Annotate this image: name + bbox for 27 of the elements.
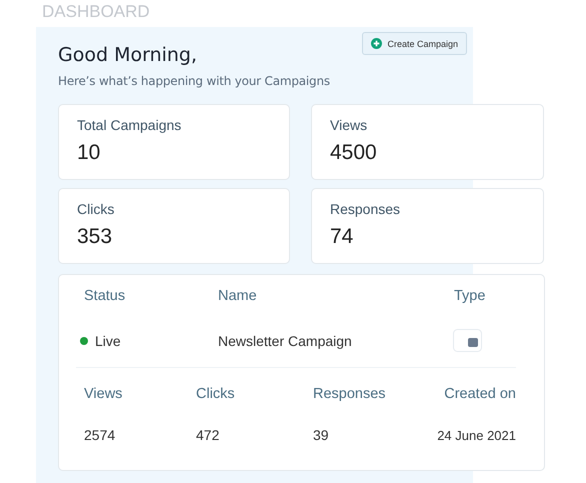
- column-header: Clicks: [196, 386, 236, 402]
- stat-value: 10: [77, 141, 102, 165]
- type-icon: [453, 329, 482, 352]
- column-header: Created on: [443, 386, 516, 402]
- plus-icon: [371, 38, 382, 49]
- stat-label: Clicks: [77, 201, 116, 217]
- stat-label: Views: [330, 117, 368, 133]
- column-header: Views: [84, 386, 124, 402]
- stat-value: 353: [77, 225, 114, 249]
- table-cell-text: 24 June 2021: [436, 428, 516, 442]
- create-campaign-button[interactable]: Create Campaign: [362, 32, 467, 55]
- stat-label: Responses: [330, 201, 402, 217]
- column-header: Status: [84, 288, 126, 304]
- campaign-name: Newsletter Campaign: [218, 332, 353, 348]
- column-header: Responses: [313, 386, 387, 402]
- status-text: Live: [95, 332, 121, 348]
- table-cell-text: 472: [196, 427, 220, 443]
- table-cell-text: 39: [313, 427, 330, 443]
- page-title: DASHBOARD: [42, 1, 151, 23]
- column-header: Name: [218, 288, 258, 304]
- table-cell-text: 2574: [84, 427, 116, 443]
- stat-value: 74: [330, 225, 354, 249]
- subtitle: Here’s what’s happening with your Campaigns: [58, 74, 331, 88]
- greeting: Good Morning,: [58, 44, 198, 66]
- stat-value: 4500: [330, 141, 378, 165]
- stat-label: Total Campaigns: [77, 117, 182, 133]
- column-header: Type: [454, 288, 486, 304]
